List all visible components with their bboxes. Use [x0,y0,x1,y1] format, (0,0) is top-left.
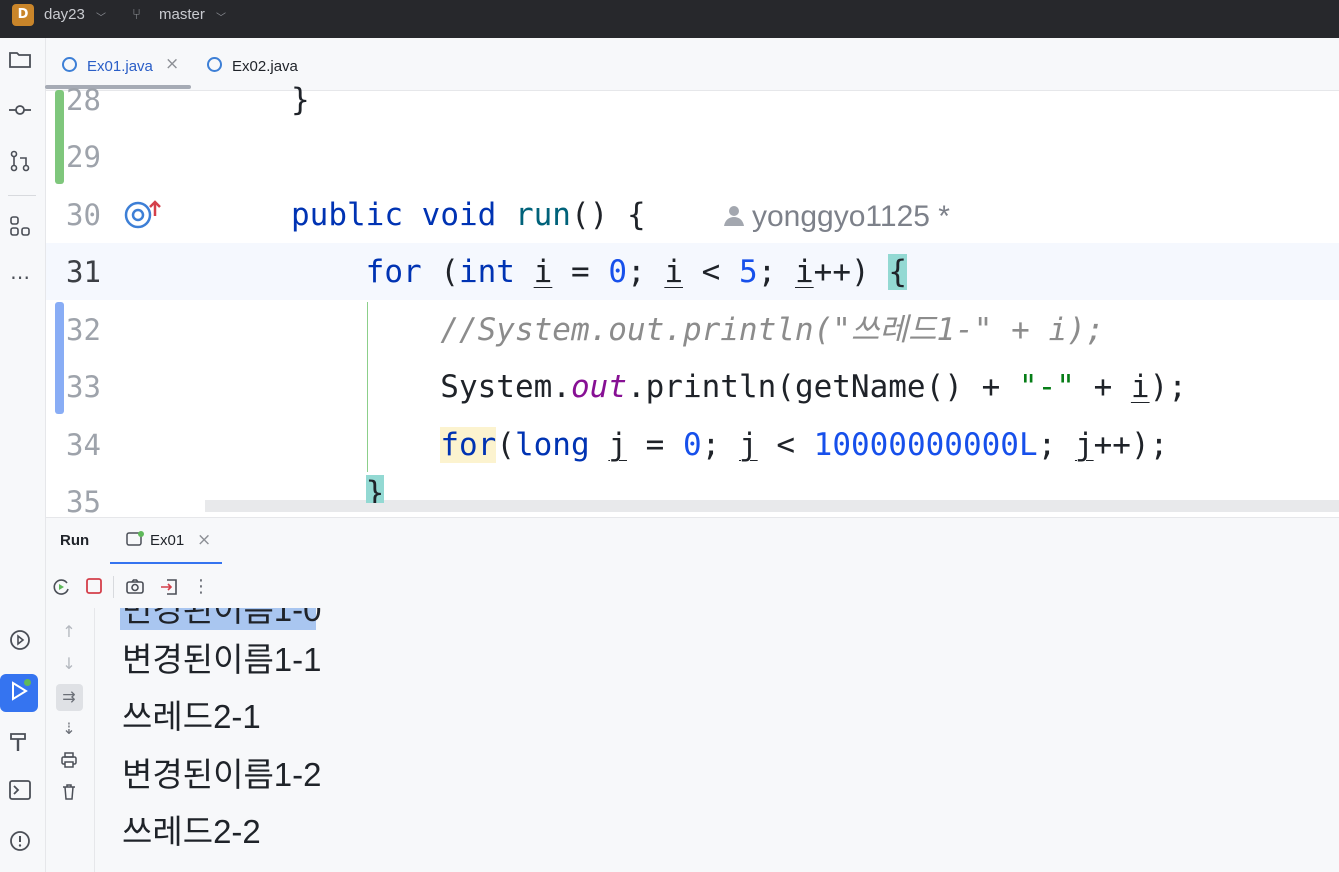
implements-method-icon[interactable] [123,200,163,234]
commit-icon[interactable] [6,100,34,128]
tab-ex01[interactable]: Ex01.java [87,58,153,75]
line-number: 35 [66,485,101,519]
java-class-icon [207,57,222,72]
run-tab-ex01[interactable]: Ex01 [150,532,184,549]
console-line: 쓰레드2-1 [122,698,261,735]
console-line: 변경된이름1-1 [122,641,322,678]
camera-icon[interactable] [124,577,146,599]
run-toolbar [46,566,1339,608]
rerun-icon[interactable] [50,577,72,599]
active-run-tab-indicator [110,562,222,564]
project-badge[interactable]: D [12,4,34,26]
chevron-down-icon[interactable]: ﹀ [216,9,226,24]
tab-ex02[interactable]: Ex02.java [232,58,298,75]
running-indicator [24,679,31,686]
run-panel-header [46,517,1339,566]
scroll-to-end-icon[interactable]: ⇣ [58,718,80,740]
more-icon[interactable]: ⋯ [6,263,34,291]
chevron-down-icon[interactable]: ﹀ [96,9,106,24]
console-line: 쓰레드2-2 [122,813,261,850]
java-class-icon [62,57,77,72]
scroll-up-icon[interactable]: ↑ [58,621,80,643]
code-line: //System.out.println("쓰레드1-" + i); [440,312,1105,348]
console-output[interactable]: 변경된이름1-0 변경된이름1-1 쓰레드2-1 변경된이름1-2 쓰레드2-2 [95,608,1339,872]
project-name[interactable]: day23 [44,6,85,23]
line-number: 29 [66,140,101,174]
console-line: 변경된이름1-0 [122,608,322,628]
code-line: for (int i = 0; i < 5; i++) { [365,254,907,290]
line-number: 34 [66,428,101,462]
branch-name[interactable]: master [159,6,205,23]
close-icon[interactable]: × [165,54,179,74]
code-line: System.out.println(getName() + "-" + i); [291,369,1187,405]
vcs-added-marker [55,90,64,184]
restore-layout-icon[interactable] [158,577,180,599]
pull-request-icon[interactable] [6,150,34,178]
line-number: 31 [66,255,101,289]
line-number: 28 [66,83,101,117]
clear-all-icon[interactable] [58,783,80,805]
user-icon [722,198,746,238]
line-number: 32 [66,313,101,347]
code-line: for(long j = 0; j < 10000000000L; j++); [440,427,1169,463]
code-line: public void run() { [291,197,646,233]
terminal-icon[interactable] [6,779,34,807]
print-icon[interactable] [58,751,80,773]
branch-icon: ⑂ [132,5,142,23]
console-line: 변경된이름1-2 [122,756,322,793]
vcs-modified-marker [55,302,64,414]
more-options-icon[interactable]: ⋮ [190,576,212,598]
structure-icon[interactable] [6,215,34,243]
build-icon[interactable] [6,730,34,758]
services-icon[interactable] [6,628,34,656]
line-number: 33 [66,370,101,404]
soft-wrap-icon[interactable]: ⇉ [58,686,80,708]
run-panel-title: Run [60,532,90,549]
problems-icon[interactable] [6,829,34,857]
divider [8,195,36,196]
code-line: } [291,82,310,118]
scroll-down-icon[interactable]: ↓ [58,653,80,675]
close-icon[interactable]: × [197,530,211,550]
folder-icon[interactable] [6,50,34,78]
code-line: } [291,473,385,503]
toolbar-divider [113,576,114,598]
code-author-hint[interactable]: yonggyo1125 * [722,197,950,237]
console-icon [126,531,144,551]
console-side-toolbar [46,608,95,872]
stop-icon[interactable] [83,577,105,599]
